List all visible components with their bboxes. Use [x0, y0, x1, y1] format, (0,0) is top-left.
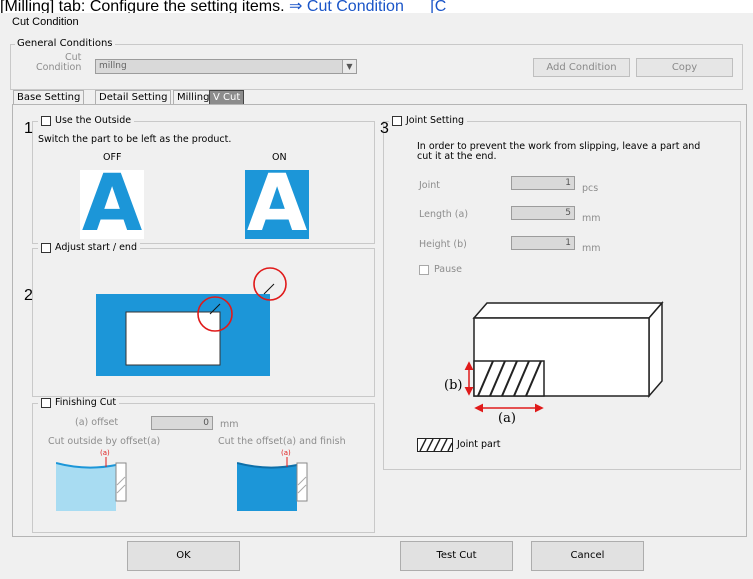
height-unit: mm — [582, 243, 601, 254]
callout-number-1: 1 — [24, 120, 33, 137]
copy-button[interactable]: Copy — [636, 58, 733, 77]
cut-condition-window: Cut Condition General Conditions Cut Con… — [0, 13, 753, 579]
cut-label-line2: Condition — [36, 62, 82, 73]
offset-label: (a) offset — [75, 417, 119, 428]
off-label: OFF — [103, 152, 122, 163]
pause-option: Pause — [419, 264, 462, 275]
finishing-cut-label: Finishing Cut — [55, 397, 117, 408]
svg-text:(a): (a) — [281, 449, 291, 457]
window-title: Cut Condition — [12, 16, 79, 28]
cut-condition-value: millng — [99, 61, 127, 71]
joint-row-label: Joint — [419, 180, 440, 191]
pause-checkbox[interactable] — [419, 264, 429, 275]
letter-a-on: A — [246, 170, 308, 239]
cancel-button[interactable]: Cancel — [531, 541, 644, 571]
offset-unit: mm — [220, 419, 239, 430]
add-condition-button[interactable]: Add Condition — [533, 58, 630, 77]
letter-a-on-image: A — [245, 170, 309, 239]
callout-number-3: 3 — [380, 120, 389, 137]
inner-white-rect — [125, 311, 221, 366]
tab-milling[interactable]: Milling — [173, 90, 214, 105]
test-cut-button[interactable]: Test Cut — [400, 541, 513, 571]
use-outside-header: Use the Outside — [38, 115, 135, 126]
svg-text:(a): (a) — [100, 449, 110, 457]
finishing-cut-checkbox[interactable] — [41, 397, 51, 408]
height-row-label: Height (b) — [419, 239, 467, 250]
start-mark-outer — [263, 283, 275, 295]
finish-offset-image: (a) — [237, 449, 308, 511]
height-b-marker: (b) — [444, 378, 463, 393]
finishing-header: Finishing Cut — [38, 397, 120, 408]
use-outside-description: Switch the part to be left as the produc… — [38, 134, 232, 145]
tab-base-setting[interactable]: Base Setting — [13, 90, 85, 105]
adjust-diagram — [96, 267, 287, 376]
adjust-start-end-checkbox[interactable] — [41, 242, 51, 253]
use-outside-label: Use the Outside — [55, 115, 132, 126]
general-conditions-legend: General Conditions — [15, 38, 115, 49]
use-outside-checkbox[interactable] — [41, 115, 51, 126]
cut-offset-caption: Cut the offset(a) and finish — [218, 436, 346, 447]
tab-detail-setting[interactable]: Detail Setting — [95, 90, 172, 105]
joint-header: Joint Setting — [389, 115, 468, 126]
letter-a-off: A — [81, 170, 143, 239]
length-a-marker: (a) — [498, 411, 516, 426]
length-input[interactable]: 5 — [511, 206, 575, 220]
joint-diagram — [464, 300, 664, 413]
length-unit: mm — [582, 213, 601, 224]
cut-condition-select[interactable]: millng ▼ — [95, 59, 357, 74]
cut-condition-label: Cut Condition — [36, 53, 81, 73]
chevron-down-icon[interactable]: ▼ — [342, 60, 356, 73]
adjust-start-end-label: Adjust start / end — [55, 242, 137, 253]
joint-count-input[interactable]: 1 — [511, 176, 575, 190]
on-label: ON — [272, 152, 287, 163]
length-row-label: Length (a) — [419, 209, 469, 220]
tab-v-cut[interactable]: V Cut — [209, 90, 245, 105]
joint-count-unit: pcs — [582, 183, 599, 194]
pause-label: Pause — [434, 264, 462, 275]
joint-description: In order to prevent the work from slippi… — [417, 142, 700, 162]
joint-setting-checkbox[interactable] — [392, 115, 402, 126]
ok-button[interactable]: OK — [127, 541, 240, 571]
joint-setting-label: Joint Setting — [406, 115, 465, 126]
finish-outside-image: (a) — [56, 449, 127, 511]
joint-part-legend-swatch — [417, 438, 453, 452]
joint-desc-line2: cut it at the end. — [417, 151, 497, 162]
joint-part-legend-label: Joint part — [457, 439, 501, 450]
offset-input[interactable]: 0 — [151, 416, 213, 430]
cut-outside-caption: Cut outside by offset(a) — [48, 436, 161, 447]
adjust-header: Adjust start / end — [38, 242, 140, 253]
height-input[interactable]: 1 — [511, 236, 575, 250]
letter-a-off-image: A — [80, 170, 144, 239]
callout-number-2: 2 — [24, 287, 33, 304]
